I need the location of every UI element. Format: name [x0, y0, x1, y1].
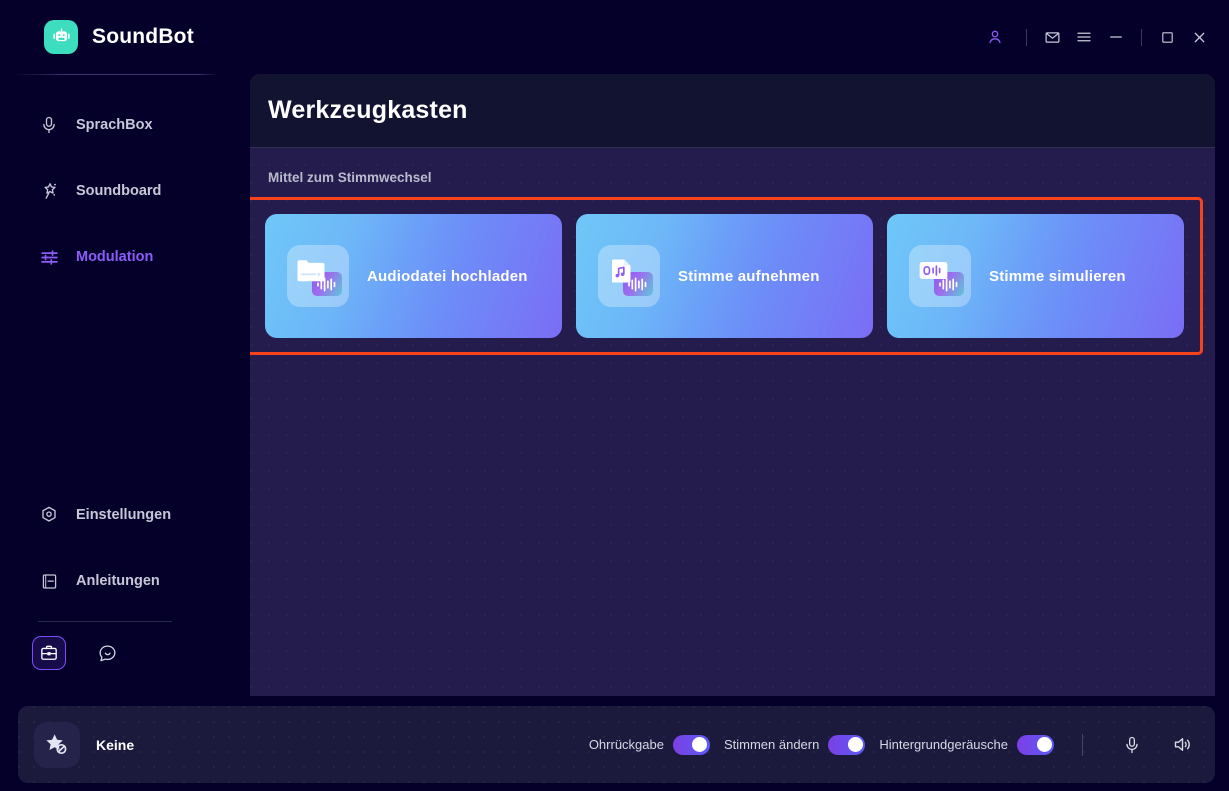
sidebar-bottom-divider	[38, 621, 172, 622]
sliders-icon	[38, 246, 60, 268]
microphone-icon	[38, 114, 60, 136]
sidebar-nav-top: SprachBox Soundboard Modulation	[0, 75, 232, 285]
title-bar: SoundBot	[0, 0, 1229, 74]
toggle-label: Hintergrundgeräusche	[879, 737, 1008, 752]
microphone-icon[interactable]	[1117, 730, 1147, 760]
voice-card-icon	[909, 245, 971, 307]
sidebar-quick-buttons	[0, 636, 232, 692]
bottom-bar: Keine Ohrrückgabe Stimmen ändern Hinterg…	[18, 706, 1215, 783]
main-area: Werkzeugkasten Mittel zum Stimmwechsel A…	[232, 74, 1229, 696]
chat-bubble-icon[interactable]	[90, 636, 124, 670]
section-label: Mittel zum Stimmwechsel	[268, 170, 432, 185]
folder-audio-icon	[287, 245, 349, 307]
sidebar-item-label: SprachBox	[76, 117, 153, 133]
card-audiodatei-hochladen[interactable]: Audiodatei hochladen	[265, 214, 562, 338]
window-controls	[979, 21, 1215, 53]
toggle-knob	[692, 737, 708, 752]
card-label: Stimme simulieren	[989, 267, 1126, 285]
account-icon[interactable]	[979, 21, 1011, 53]
speaker-icon[interactable]	[1167, 730, 1197, 760]
sidebar-item-label: Einstellungen	[76, 507, 172, 523]
toggle-group-stimmen-aendern: Stimmen ändern	[723, 734, 866, 755]
card-label: Audiodatei hochladen	[367, 267, 528, 285]
panel-header: Werkzeugkasten	[250, 74, 1215, 148]
card-label: Stimme aufnehmen	[678, 267, 820, 285]
toggle-label: Ohrrückgabe	[588, 737, 664, 752]
sidebar-item-einstellungen[interactable]: Einstellungen	[0, 487, 232, 543]
sidebar-item-anleitungen[interactable]: Anleitungen	[0, 553, 232, 609]
voice-name: Keine	[96, 736, 135, 753]
app-title: SoundBot	[92, 25, 194, 48]
sidebar-item-label: Modulation	[76, 249, 154, 265]
current-voice[interactable]: Keine	[34, 721, 135, 768]
sidebar-item-modulation[interactable]: Modulation	[0, 229, 232, 285]
book-icon	[38, 570, 60, 592]
sidebar-item-soundboard[interactable]: Soundboard	[0, 163, 232, 219]
sidebar-item-label: Anleitungen	[76, 573, 160, 589]
toggle-group-ohrrueckgabe: Ohrrückgabe	[588, 734, 710, 755]
brand: SoundBot	[44, 20, 194, 54]
minimize-icon[interactable]	[1100, 21, 1132, 53]
bottombar-toggles: Ohrrückgabe Stimmen ändern Hintergrundge…	[589, 730, 1197, 760]
body-row: SprachBox Soundboard Modulation Einstell…	[0, 74, 1229, 696]
toggle-knob	[1036, 737, 1052, 752]
toggle-group-hintergrundgeraeusche: Hintergrundgeräusche	[879, 734, 1054, 755]
gear-icon	[38, 504, 60, 526]
toggle-knob	[847, 737, 863, 752]
star-disabled-icon	[34, 721, 80, 768]
card-stimme-simulieren[interactable]: Stimme simulieren	[887, 214, 1184, 338]
sidebar-item-sprachbox[interactable]: SprachBox	[0, 97, 232, 153]
toolbox-icon[interactable]	[32, 636, 66, 670]
sidebar-item-label: Soundboard	[76, 183, 162, 199]
music-file-icon	[598, 245, 660, 307]
bottombar-divider	[1082, 733, 1083, 756]
toggle-hintergrundgeraeusche[interactable]	[1017, 734, 1054, 755]
close-icon[interactable]	[1183, 21, 1215, 53]
menu-icon[interactable]	[1068, 21, 1100, 53]
toggle-stimmen-aendern[interactable]	[828, 734, 866, 755]
page-title: Werkzeugkasten	[268, 96, 468, 124]
maximize-icon[interactable]	[1151, 21, 1183, 53]
content-panel: Werkzeugkasten Mittel zum Stimmwechsel A…	[250, 74, 1215, 696]
titlebar-divider-1	[1026, 28, 1027, 46]
toggle-label: Stimmen ändern	[723, 737, 820, 752]
toggle-ohrrueckgabe[interactable]	[672, 734, 710, 755]
titlebar-divider-2	[1141, 28, 1142, 46]
tool-cards-highlight: Audiodatei hochladen Stimme aufnehmen St…	[250, 197, 1203, 355]
robot-icon	[44, 20, 78, 54]
app-window: SoundBot SprachBox Soundboard Modulation…	[0, 0, 1229, 791]
mail-icon[interactable]	[1036, 21, 1068, 53]
card-stimme-aufnehmen[interactable]: Stimme aufnehmen	[576, 214, 873, 338]
sidebar: SprachBox Soundboard Modulation Einstell…	[0, 74, 232, 696]
sidebar-nav-bottom: Einstellungen Anleitungen	[0, 487, 232, 696]
magic-wand-icon	[38, 180, 60, 202]
